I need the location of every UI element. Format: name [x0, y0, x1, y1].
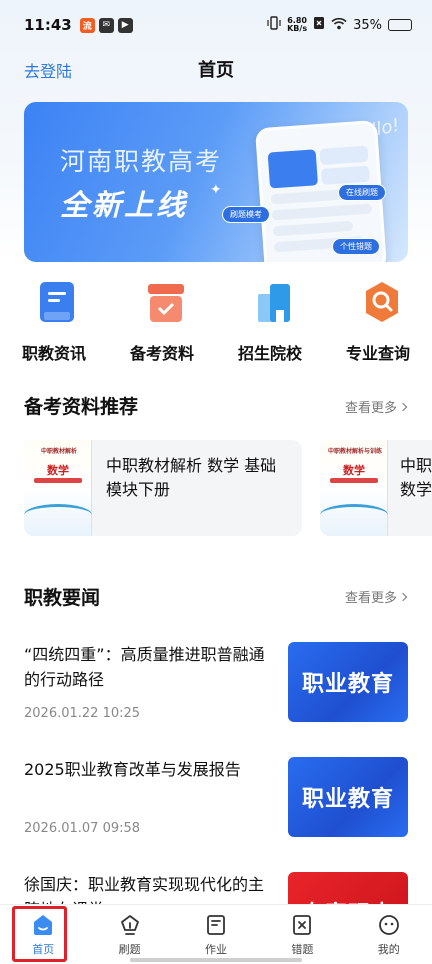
quick-nav-label: 职教资讯 — [21, 344, 86, 363]
book-wave — [24, 504, 92, 526]
quick-nav-label: 备考资料 — [129, 344, 194, 363]
book-cover: 中职教材解析与训练 数学 — [320, 440, 388, 536]
thumb-text: 专家观点 — [302, 896, 394, 904]
play-icon: ▶ — [117, 17, 133, 33]
tab-profile[interactable]: 我的 — [346, 905, 432, 964]
material-card[interactable]: 中职教材解析与训练 数学 中职数学 — [320, 440, 432, 536]
phone-card-light — [319, 145, 369, 165]
school-building-icon — [254, 280, 294, 324]
news-date: 2026.01.22 10:25 — [24, 706, 141, 721]
news-item[interactable]: 徐国庆：职业教育实现现代化的主阵地在课堂 专家观点 — [0, 872, 432, 904]
wrong-answer-icon — [290, 913, 314, 937]
banner-pill: 刷题模考 — [222, 206, 270, 223]
news-date: 2026.01.07 09:58 — [24, 821, 141, 836]
tab-homework[interactable]: 作业 — [173, 905, 259, 964]
home-indicator[interactable] — [130, 958, 302, 962]
quick-nav: 职教资讯 备考资料 招生院校 专业查询 — [0, 280, 432, 370]
material-title: 中职数学 — [400, 456, 432, 499]
banner-pill: 在线刷题 — [338, 184, 386, 201]
book-cover: 中职教材解析 数学 — [24, 440, 92, 536]
more-link-label: 查看更多 — [344, 401, 397, 416]
book-band — [34, 478, 82, 483]
app-notification-icon: 流 — [79, 17, 95, 33]
battery-percent: 35% — [353, 17, 382, 33]
quick-nav-schools[interactable]: 招生院校 — [216, 280, 324, 370]
book-icon — [204, 913, 228, 937]
book-series: 中职教材解析与训练 — [327, 448, 382, 455]
news-doc-icon — [38, 280, 78, 324]
quick-nav-majors[interactable]: 专业查询 — [324, 280, 432, 370]
page-title: 首页 — [198, 60, 234, 81]
phone-card-blue — [267, 149, 319, 189]
quick-nav-label: 招生院校 — [237, 344, 302, 363]
tab-label: 错题 — [291, 943, 314, 956]
thumb-text: 职业教育 — [301, 672, 394, 697]
book-wave — [320, 504, 388, 526]
quick-nav-news[interactable]: 职教资讯 — [0, 280, 108, 370]
chevron-right-icon — [398, 402, 408, 411]
status-bar: 11:43 流 ✉ ▶ 6.80 KB/s 35% — [0, 0, 432, 50]
news-title: “四统四重”：高质量推进职普融通的行动路径 — [24, 645, 265, 689]
news-thumbnail: 职业教育 — [288, 757, 408, 837]
book-band — [330, 478, 378, 483]
status-right-group: 6.80 KB/s 35% — [267, 16, 412, 34]
status-app-icons: 流 ✉ ▶ — [79, 17, 133, 33]
quick-nav-materials[interactable]: 备考资料 — [108, 280, 216, 370]
phone-row — [272, 220, 354, 237]
news-more-link[interactable]: 查看更多 — [344, 587, 408, 606]
search-magnifier-icon — [362, 280, 402, 324]
materials-section-title: 备考资料推荐 — [24, 396, 139, 418]
tab-mistakes[interactable]: 错题 — [259, 905, 345, 964]
banner-title: 河南职教高考 — [60, 147, 223, 176]
wifi-icon — [331, 17, 347, 34]
materials-box-icon — [146, 280, 186, 324]
news-item[interactable]: 2025职业教育改革与发展报告 2026.01.07 09:58 职业教育 — [0, 757, 432, 867]
vibrate-icon — [267, 16, 281, 34]
news-item[interactable]: “四统四重”：高质量推进职普融通的行动路径 2026.01.22 10:25 职… — [0, 642, 432, 752]
banner-subtitle: 全新上线 — [60, 188, 189, 222]
tab-practice[interactable]: 刷题 — [86, 905, 172, 964]
material-card[interactable]: 中职教材解析 数学 中职教材解析 数学 基础模块下册 — [24, 440, 302, 536]
book-series: 中职教材解析 — [40, 448, 77, 455]
status-time: 11:43 — [24, 16, 72, 34]
book-subject: 数学 — [47, 464, 69, 477]
more-link-label: 查看更多 — [344, 591, 397, 606]
promo-banner[interactable]: 河南职教高考 全新上线 ✦ Hello! 在线刷题 刷题模考 个性错题 — [24, 102, 408, 262]
tab-label: 我的 — [377, 943, 400, 956]
thumb-text: 职业教育 — [301, 787, 394, 812]
news-thumbnail: 专家观点 — [288, 872, 408, 904]
news-title: 2025职业教育改革与发展报告 — [24, 760, 241, 779]
profile-smile-icon — [377, 913, 401, 937]
material-title: 中职教材解析 数学 基础模块下册 — [106, 456, 277, 499]
pen-nib-icon — [118, 913, 142, 937]
app-header: 去登陆 首页 — [0, 50, 432, 90]
net-speed-unit: KB/s — [287, 24, 308, 33]
book-subject: 数学 — [343, 464, 365, 477]
active-tab-highlight-frame — [12, 906, 67, 962]
tab-label: 作业 — [204, 943, 227, 956]
news-thumbnail: 职业教育 — [288, 642, 408, 722]
battery-icon — [388, 19, 412, 31]
chevron-right-icon — [398, 592, 408, 601]
sparkle-icon: ✦ — [210, 182, 222, 198]
phone-row — [271, 203, 373, 221]
materials-more-link[interactable]: 查看更多 — [344, 397, 408, 416]
news-section-title: 职教要闻 — [24, 587, 101, 609]
net-speed: 6.80 KB/s — [287, 17, 307, 33]
quick-nav-label: 专业查询 — [345, 344, 410, 363]
sim-icon — [313, 16, 325, 34]
mail-icon: ✉ — [98, 17, 114, 33]
banner-pill: 个性错题 — [332, 238, 380, 255]
phone-card-light — [320, 165, 370, 185]
tab-label: 刷题 — [118, 943, 141, 956]
news-title: 徐国庆：职业教育实现现代化的主阵地在课堂 — [24, 875, 265, 904]
